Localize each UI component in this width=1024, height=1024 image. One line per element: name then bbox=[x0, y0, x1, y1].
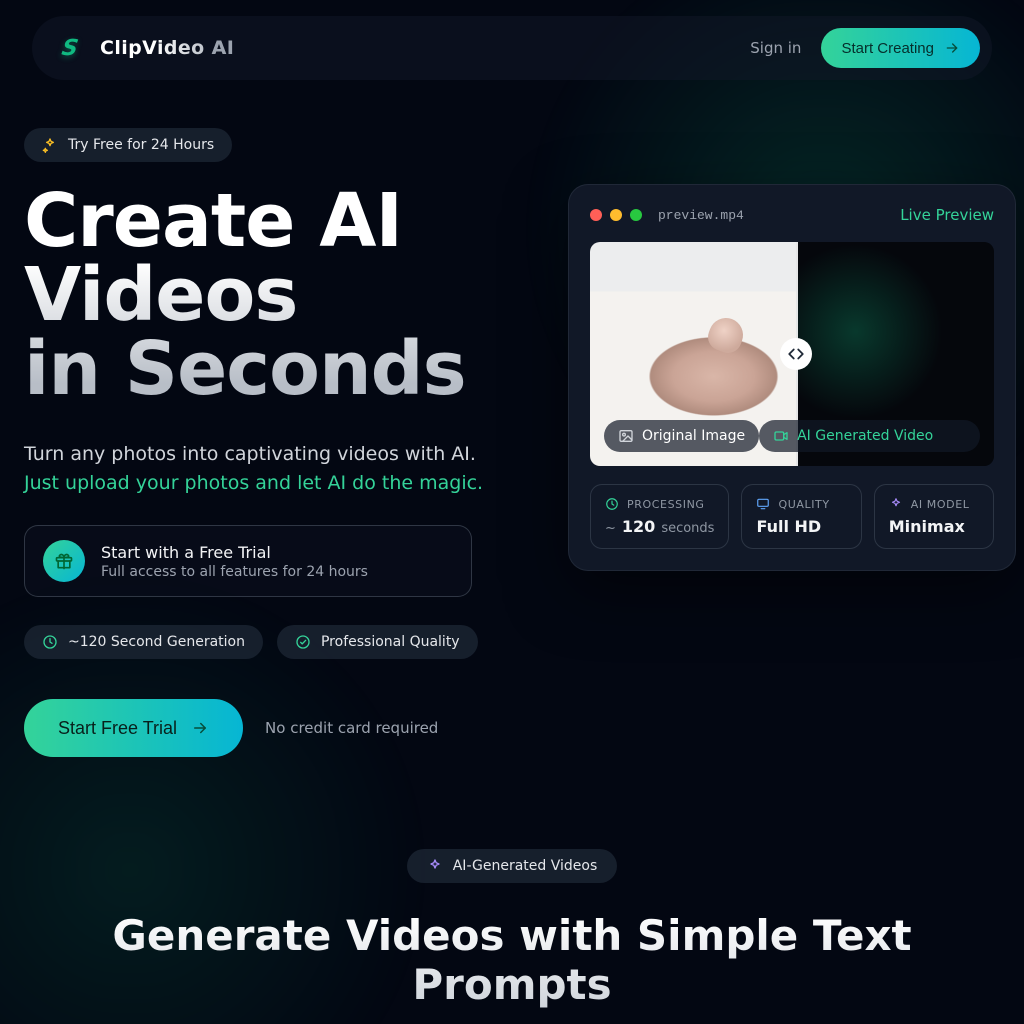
generation-speed-pill: ~120 Second Generation bbox=[24, 625, 263, 659]
minimize-icon[interactable] bbox=[610, 209, 622, 221]
trial-badge-label: Try Free for 24 Hours bbox=[68, 137, 214, 153]
hero-subtitle: Turn any photos into captivating videos … bbox=[24, 440, 544, 497]
cta-note: No credit card required bbox=[265, 719, 438, 737]
video-icon bbox=[773, 428, 789, 444]
stat-quality-value: Full HD bbox=[756, 517, 821, 536]
trial-card-sub: Full access to all features for 24 hours bbox=[101, 564, 368, 580]
trial-card-title: Start with a Free Trial bbox=[101, 543, 368, 562]
start-creating-button[interactable]: Start Creating bbox=[821, 28, 980, 68]
generation-speed-label: ~120 Second Generation bbox=[68, 634, 245, 650]
live-preview-label: Live Preview bbox=[900, 206, 994, 224]
check-badge-icon bbox=[295, 634, 311, 650]
chevrons-horizontal-icon bbox=[787, 348, 805, 360]
arrow-right-icon bbox=[191, 719, 209, 737]
maximize-icon[interactable] bbox=[630, 209, 642, 221]
generated-video-chip-label: AI Generated Video bbox=[797, 428, 933, 444]
original-image-chip: Original Image bbox=[604, 420, 759, 452]
logo-mark-icon: S bbox=[54, 34, 87, 62]
generated-video-chip: AI Generated Video bbox=[759, 420, 980, 452]
quality-pill-label: Professional Quality bbox=[321, 634, 460, 650]
arrow-right-icon bbox=[944, 40, 960, 56]
start-free-trial-label: Start Free Trial bbox=[58, 718, 177, 739]
quality-pill: Professional Quality bbox=[277, 625, 478, 659]
window-controls[interactable] bbox=[590, 209, 642, 221]
monitor-icon bbox=[756, 497, 770, 511]
trial-badge: Try Free for 24 Hours bbox=[24, 128, 232, 162]
section-title: Generate Videos with Simple Text Prompts bbox=[60, 911, 964, 1009]
compare-handle[interactable] bbox=[780, 338, 812, 370]
top-nav: S ClipVideo AI Sign in Start Creating bbox=[32, 16, 992, 80]
stat-processing: PROCESSING ~ 120 seconds bbox=[590, 484, 729, 549]
section-badge: AI-Generated Videos bbox=[407, 849, 618, 883]
stat-model-value: Minimax bbox=[889, 517, 965, 536]
close-icon[interactable] bbox=[590, 209, 602, 221]
sparkle-icon bbox=[889, 497, 903, 511]
stat-quality-label: QUALITY bbox=[778, 498, 829, 511]
section-badge-label: AI-Generated Videos bbox=[453, 858, 598, 874]
gift-icon bbox=[43, 540, 85, 582]
signin-link[interactable]: Sign in bbox=[750, 39, 801, 57]
brand[interactable]: S ClipVideo AI bbox=[56, 34, 234, 62]
image-icon bbox=[618, 428, 634, 444]
preview-window: preview.mp4 Live Preview Original Image bbox=[568, 184, 1016, 571]
clock-icon bbox=[42, 634, 58, 650]
preview-filename: preview.mp4 bbox=[658, 208, 744, 223]
sparkles-icon bbox=[42, 137, 58, 153]
stat-processing-label: PROCESSING bbox=[627, 498, 705, 511]
stat-processing-unit: seconds bbox=[661, 521, 714, 536]
stat-model: AI MODEL Minimax bbox=[874, 484, 994, 549]
stat-processing-value: 120 bbox=[622, 517, 655, 536]
compare-slider[interactable]: Original Image AI Generated Video bbox=[590, 242, 994, 466]
start-creating-label: Start Creating bbox=[841, 40, 934, 57]
free-trial-card: Start with a Free Trial Full access to a… bbox=[24, 525, 472, 597]
brand-name: ClipVideo AI bbox=[100, 37, 234, 59]
clock-icon bbox=[605, 497, 619, 511]
stat-quality: QUALITY Full HD bbox=[741, 484, 861, 549]
original-image-chip-label: Original Image bbox=[642, 428, 745, 444]
hero-title: Create AI Videosin Seconds bbox=[24, 184, 544, 406]
stat-model-label: AI MODEL bbox=[911, 498, 970, 511]
sparkle-icon bbox=[427, 858, 443, 874]
start-free-trial-button[interactable]: Start Free Trial bbox=[24, 699, 243, 757]
